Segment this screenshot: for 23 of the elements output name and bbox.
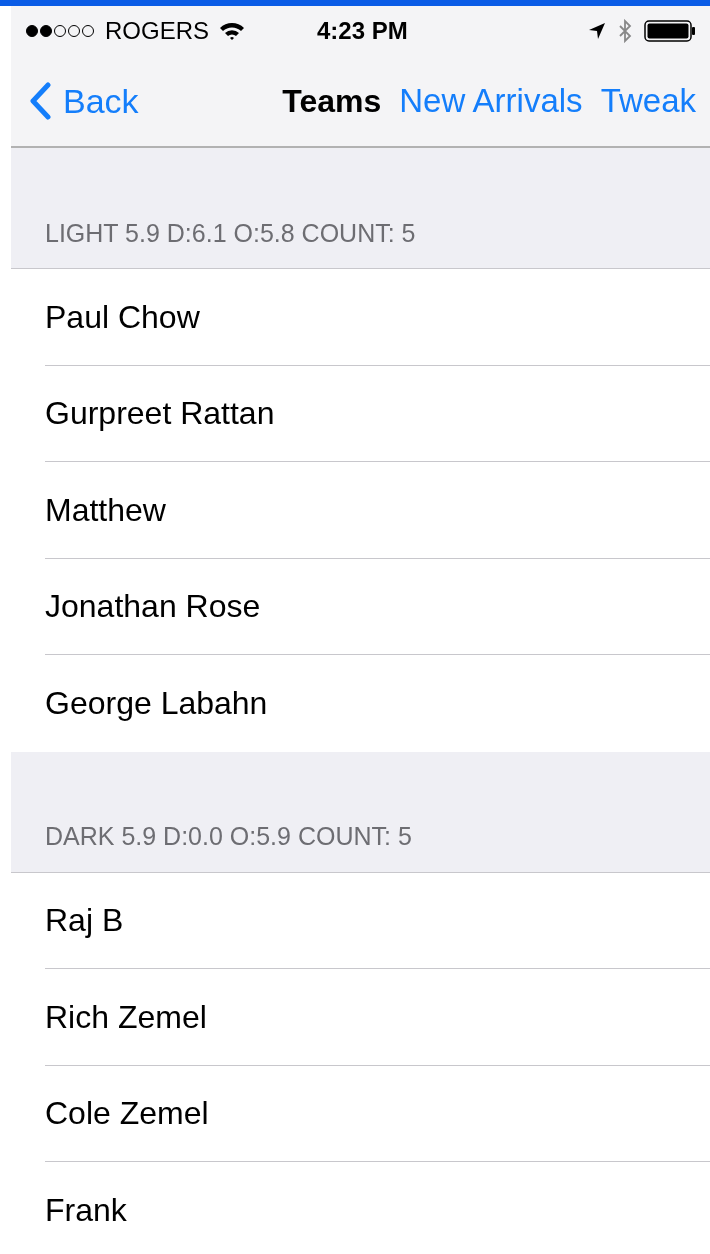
signal-strength-icon xyxy=(25,24,95,38)
team-member-name[interactable]: Paul Chow xyxy=(45,292,200,341)
team-member-name[interactable]: Rich Zemel xyxy=(45,992,207,1041)
nav-action-button[interactable]: New Arrivals xyxy=(399,76,583,126)
team-member-name[interactable]: George Labahn xyxy=(45,679,268,728)
team-member-name[interactable]: Jonathan Rose xyxy=(45,582,261,631)
back-button[interactable]: Back xyxy=(29,75,139,127)
carrier-name: ROGERS xyxy=(105,16,209,46)
battery-icon xyxy=(644,20,696,42)
section-header: LIGHT 5.9 D:6.1 O:5.8 COUNT: 5 xyxy=(45,217,416,249)
location-arrow-icon xyxy=(588,22,606,40)
bluetooth-icon xyxy=(618,19,632,43)
team-member-name[interactable]: Gurpreet Rattan xyxy=(45,389,275,438)
clock-time: 4:23 PM xyxy=(317,16,408,46)
nav-title: Teams xyxy=(282,82,382,121)
wifi-icon xyxy=(219,21,245,41)
team-member-name[interactable]: Frank xyxy=(45,1186,127,1235)
section-header: DARK 5.9 D:0.0 O:5.9 COUNT: 5 xyxy=(45,821,412,852)
team-member-name[interactable]: Matthew xyxy=(45,485,166,534)
nav-action-button[interactable]: Tweak xyxy=(600,76,696,126)
chevron-left-icon xyxy=(29,82,51,120)
team-member-name[interactable]: Cole Zemel xyxy=(45,1089,209,1138)
team-member-name[interactable]: Raj B xyxy=(45,896,124,945)
